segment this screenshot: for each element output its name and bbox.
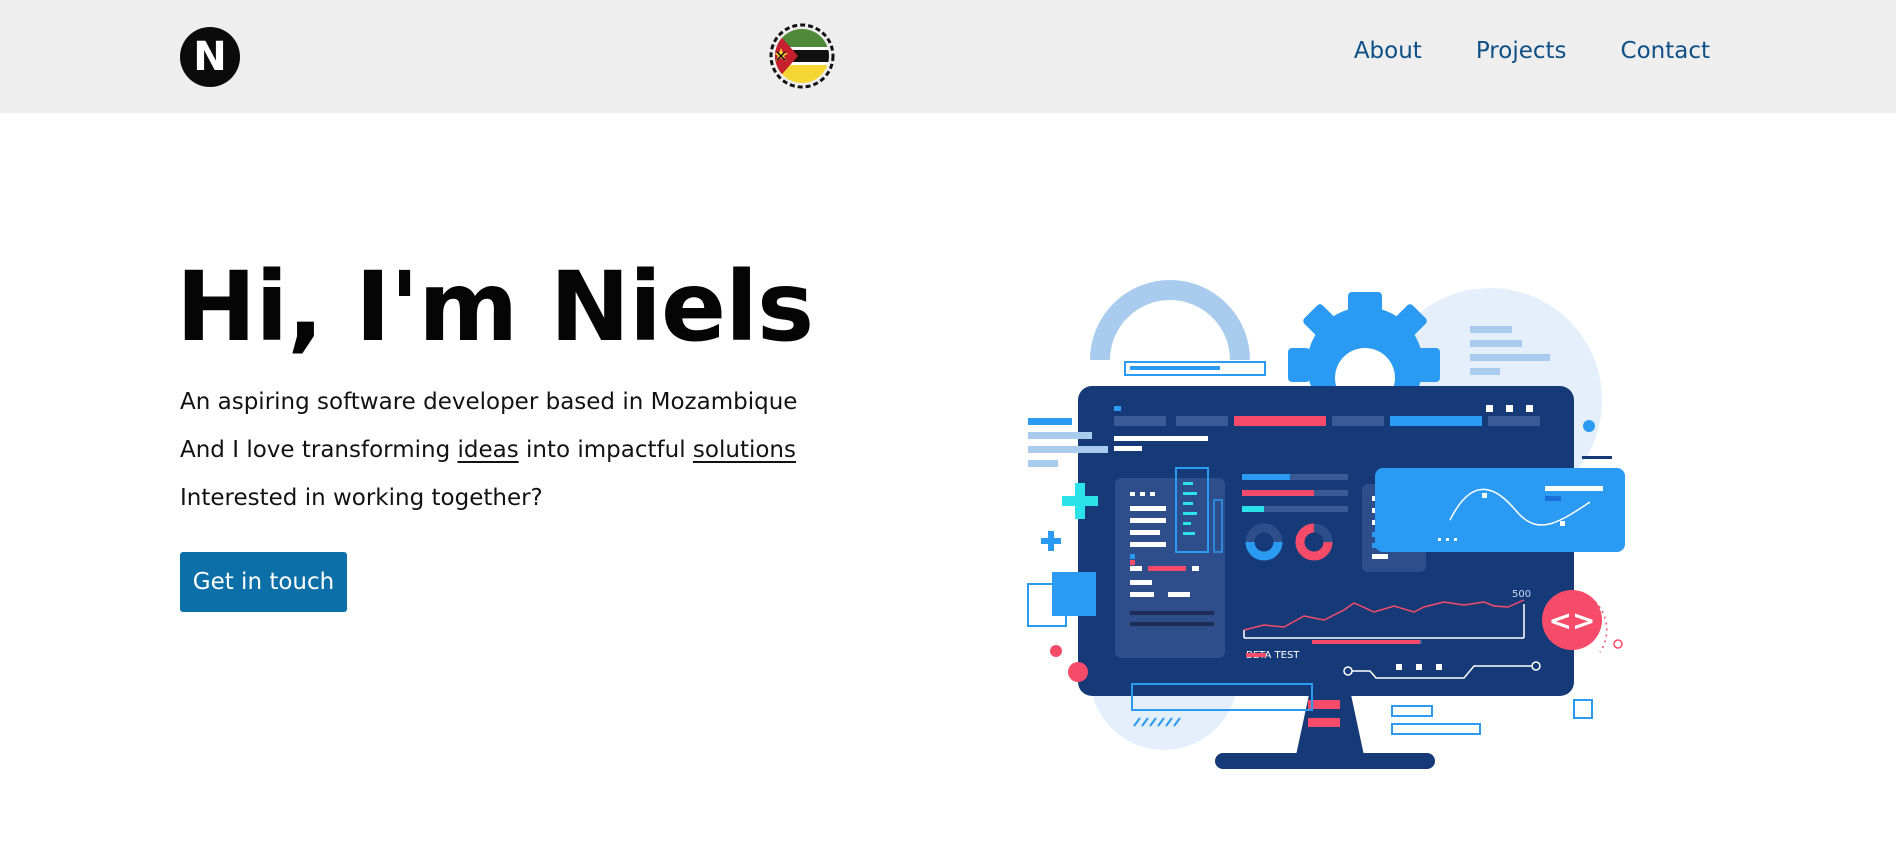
passion-text-middle: into impactful — [518, 437, 693, 463]
code-badge-label: <> — [1549, 604, 1596, 637]
top-navbar: N About Projects Contact — [0, 0, 1896, 113]
site-logo[interactable]: N — [180, 27, 240, 87]
mozambique-flag-icon — [768, 22, 836, 90]
hero-passion-line: And I love transforming ideas into impac… — [180, 437, 796, 463]
main-nav: About Projects Contact — [1354, 38, 1710, 64]
nav-projects-link[interactable]: Projects — [1476, 38, 1567, 64]
developer-dashboard-illustration: 500 BETA TEST <> — [1020, 260, 1640, 784]
hero-intro-line: An aspiring software developer based in … — [180, 389, 798, 415]
ideas-link[interactable]: ideas — [457, 437, 518, 463]
solutions-link[interactable]: solutions — [693, 437, 796, 463]
chart-max-label: 500 — [1512, 589, 1531, 600]
hero-cta-prompt: Interested in working together? — [180, 485, 543, 511]
nav-about-link[interactable]: About — [1354, 38, 1422, 64]
nav-contact-link[interactable]: Contact — [1621, 38, 1710, 64]
passion-text-start: And I love transforming — [180, 437, 458, 463]
hero-title: Hi, I'm Niels — [176, 251, 814, 363]
get-in-touch-button[interactable]: Get in touch — [180, 552, 347, 612]
logo-letter: N — [193, 34, 227, 80]
